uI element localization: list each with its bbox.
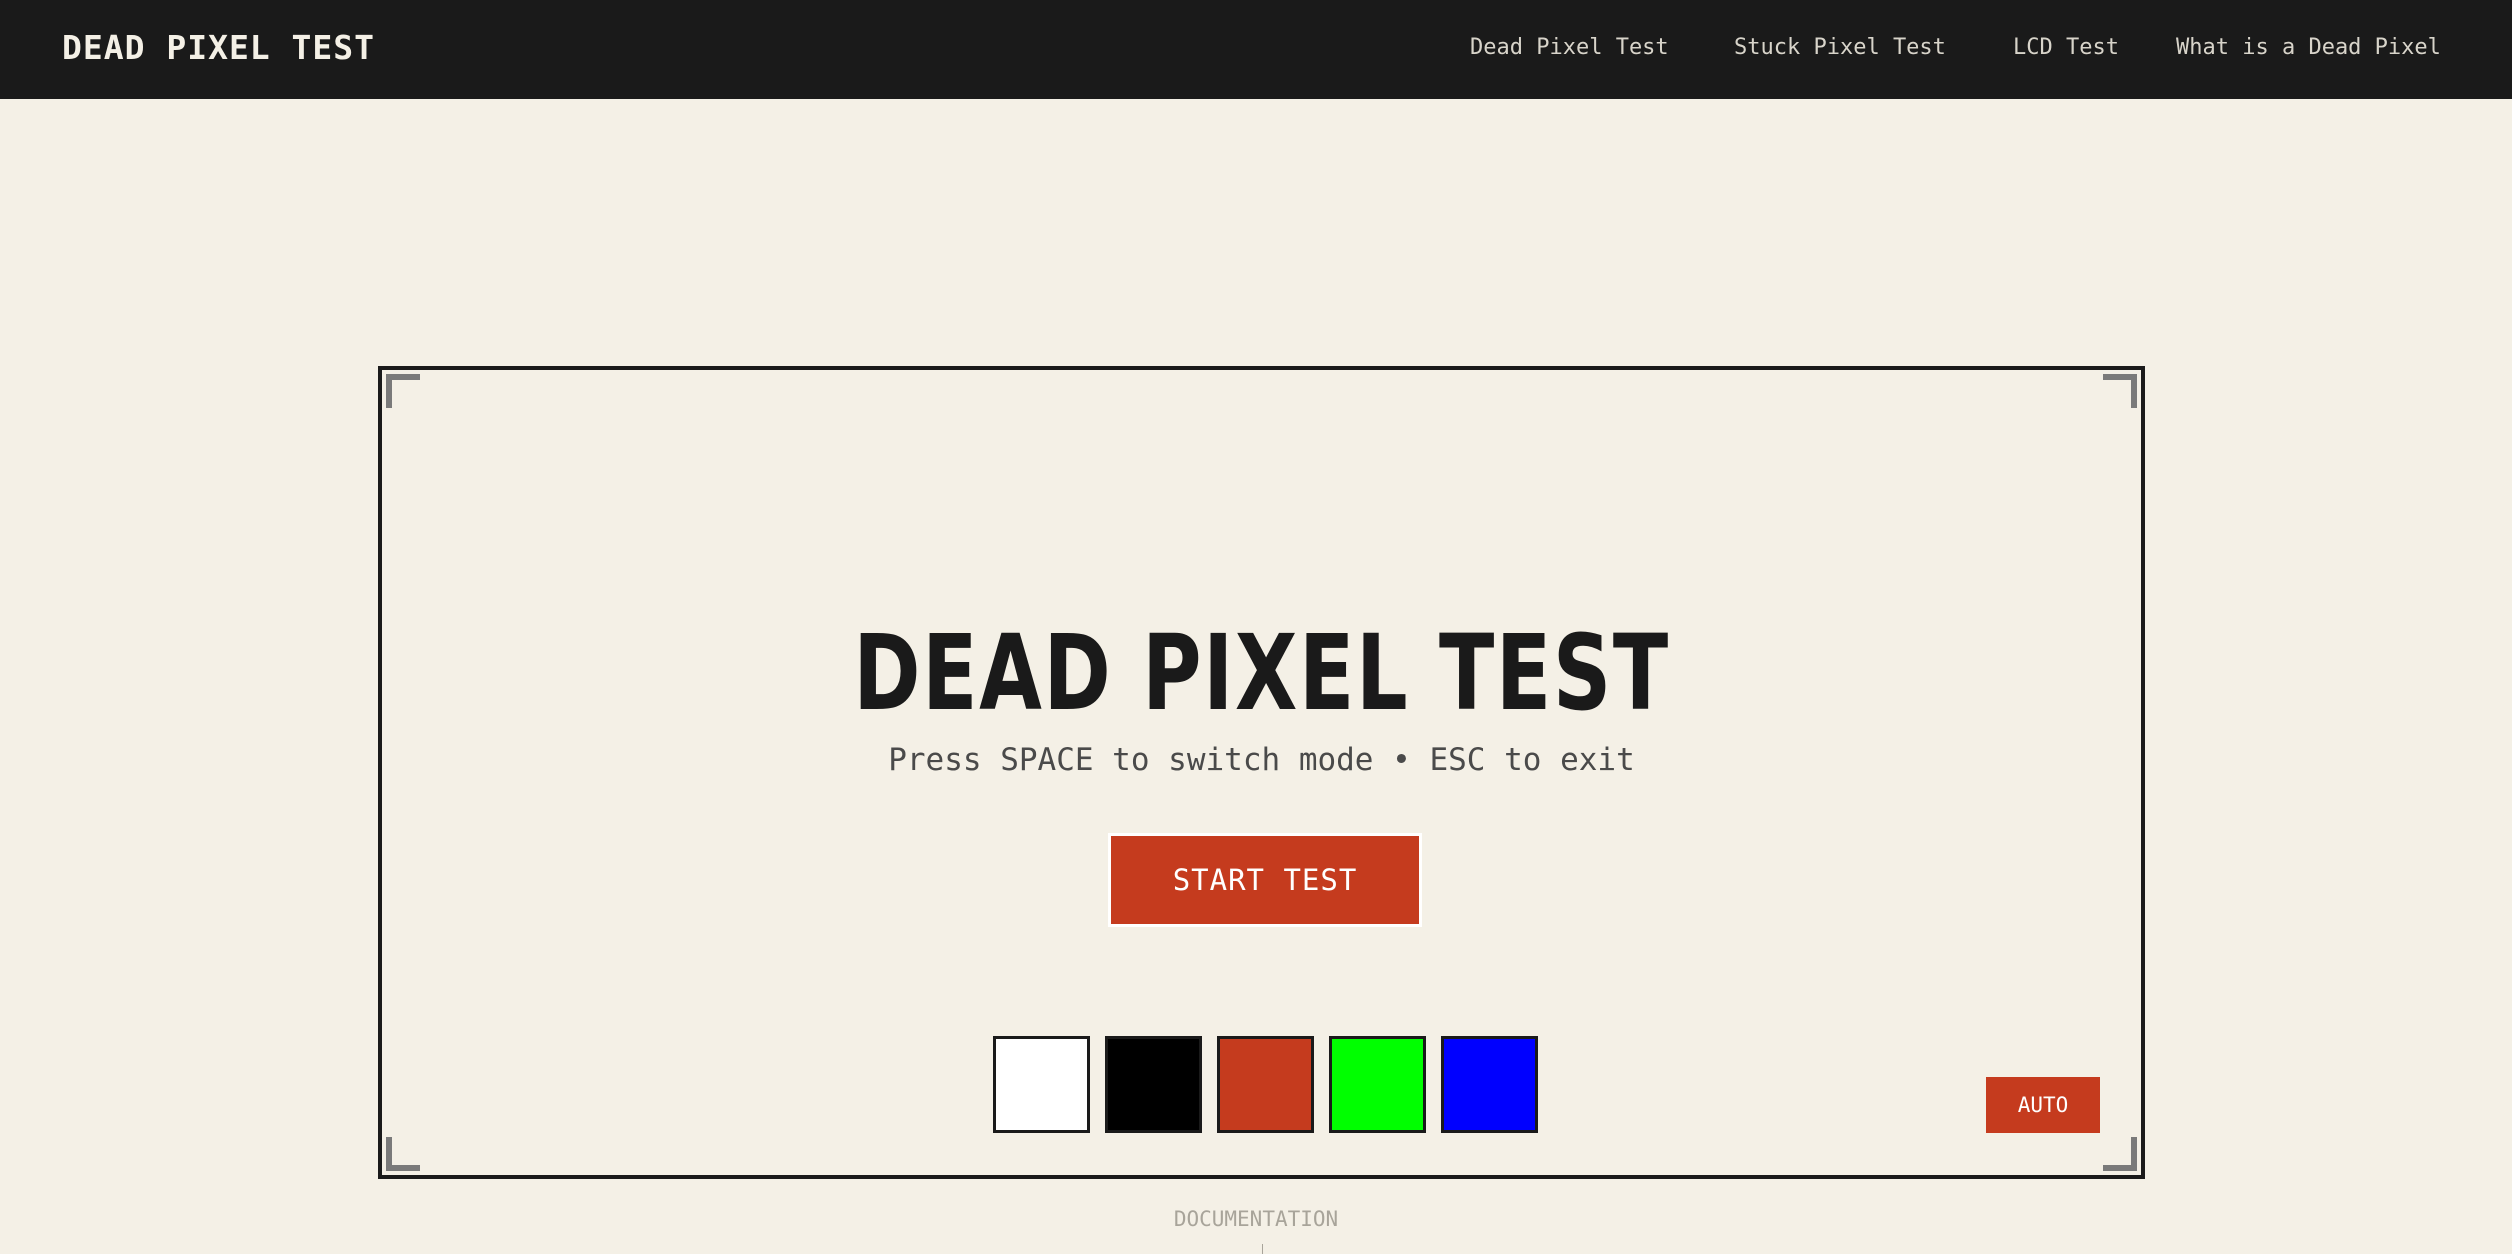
swatch-blue[interactable] — [1441, 1036, 1538, 1133]
auto-button[interactable]: AUTO — [1986, 1077, 2100, 1133]
swatch-black[interactable] — [1105, 1036, 1202, 1133]
corner-mark-top-right — [2103, 374, 2137, 408]
start-test-button[interactable]: START TEST — [1108, 833, 1422, 927]
swatch-white[interactable] — [993, 1036, 1090, 1133]
top-nav: DEAD PIXEL TEST Dead Pixel Test Stuck Pi… — [0, 0, 2512, 99]
documentation-divider — [1262, 1244, 1263, 1254]
nav-link-dead-pixel-test[interactable]: Dead Pixel Test — [1470, 0, 1669, 95]
corner-mark-bottom-right — [2103, 1137, 2137, 1171]
nav-link-stuck-pixel-test[interactable]: Stuck Pixel Test — [1734, 0, 1946, 95]
hero-title: DEAD PIXEL TEST — [853, 612, 1670, 734]
corner-mark-bottom-left — [386, 1137, 420, 1171]
swatch-green[interactable] — [1329, 1036, 1426, 1133]
corner-mark-top-left — [386, 374, 420, 408]
nav-link-lcd-test[interactable]: LCD Test — [2013, 0, 2119, 95]
documentation-link[interactable]: DOCUMENTATION — [0, 1204, 2512, 1234]
swatch-red[interactable] — [1217, 1036, 1314, 1133]
test-panel[interactable]: DEAD PIXEL TEST Press SPACE to switch mo… — [378, 366, 2145, 1179]
nav-link-what-is-dead-pixel[interactable]: What is a Dead Pixel — [2176, 0, 2441, 95]
brand-logo[interactable]: DEAD PIXEL TEST — [62, 0, 375, 99]
hero-subtitle: Press SPACE to switch mode • ESC to exit — [888, 742, 1635, 778]
